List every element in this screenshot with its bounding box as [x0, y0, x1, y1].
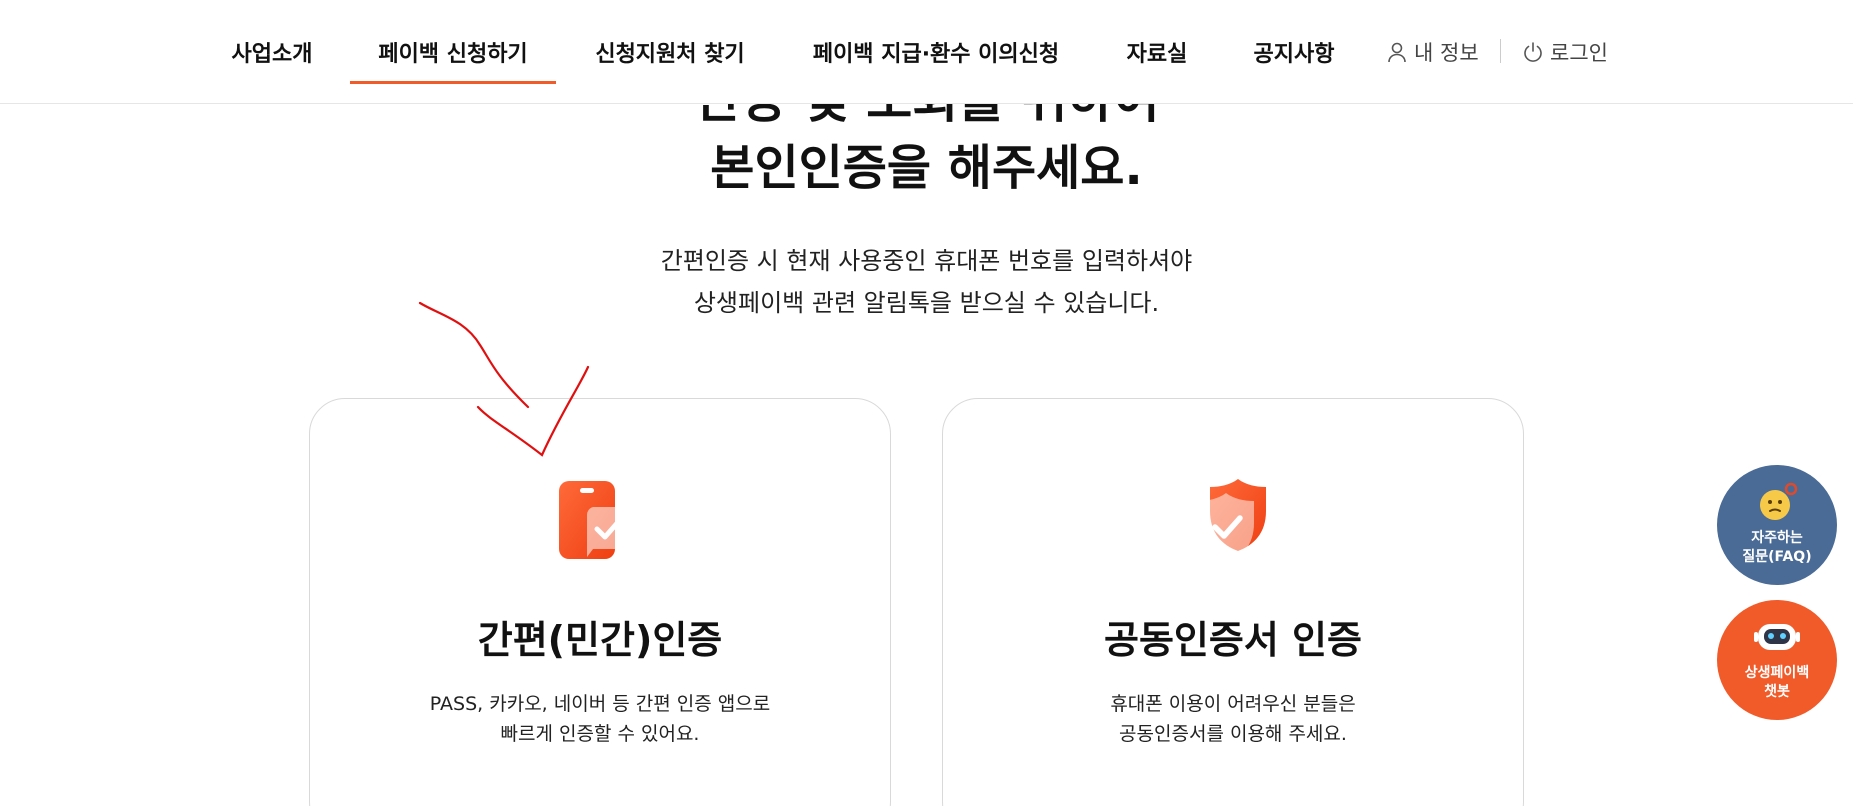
phone-check-icon [559, 481, 639, 559]
nav-item-apply[interactable]: 페이백 신청하기 [350, 0, 556, 104]
faq-floating-button[interactable]: 자주하는 질문(FAQ) [1717, 465, 1837, 585]
faq-label-line-2: 질문(FAQ) [1742, 549, 1812, 565]
certificate-auth-desc-line-2: 공동인증서를 이용해 주세요. [1119, 723, 1347, 745]
robot-icon [1754, 624, 1800, 650]
chatbot-floating-label: 상생페이백 챗봇 [1717, 664, 1837, 702]
certificate-auth-title: 공동인증서 인증 [1104, 618, 1362, 662]
login-link[interactable]: 로그인 [1522, 0, 1608, 104]
my-info-label: 내 정보 [1414, 41, 1479, 65]
hero-description: 간편인증 시 현재 사용중인 휴대폰 번호를 입력하셔야 상생페이백 관련 알림… [0, 240, 1853, 324]
certificate-auth-description: 휴대폰 이용이 어려우신 분들은 공동인증서를 이용해 주세요. [943, 689, 1523, 749]
thinking-face-icon [1760, 482, 1798, 520]
certificate-auth-desc-line-1: 휴대폰 이용이 어려우신 분들은 [1110, 693, 1356, 715]
my-info-link[interactable]: 내 정보 [1386, 0, 1479, 104]
simple-auth-card[interactable]: 간편(민간)인증 PASS, 카카오, 네이버 등 간편 인증 앱으로 빠르게 … [309, 398, 891, 806]
simple-auth-desc-line-2: 빠르게 인증할 수 있어요. [500, 723, 700, 745]
page-title: 본인인증을 해주세요. [710, 140, 1143, 196]
user-icon [1388, 42, 1406, 63]
certificate-auth-card[interactable]: 공동인증서 인증 휴대폰 이용이 어려우신 분들은 공동인증서를 이용해 주세요… [942, 398, 1524, 806]
site-header: 사업소개 페이백 신청하기 신청지원처 찾기 페이백 지급·환수 이의신청 자료… [0, 0, 1853, 104]
faq-label-line-1: 자주하는 [1751, 530, 1803, 546]
hero-desc-line-2: 상생페이백 관련 알림톡을 받으실 수 있습니다. [693, 289, 1160, 317]
simple-auth-title: 간편(민간)인증 [477, 618, 723, 662]
chatbot-label-line-1: 상생페이백 [1744, 665, 1810, 681]
nav-item-about[interactable]: 사업소개 [228, 0, 316, 104]
nav-item-objection[interactable]: 페이백 지급·환수 이의신청 [806, 0, 1066, 104]
login-label: 로그인 [1550, 41, 1608, 65]
faq-floating-label: 자주하는 질문(FAQ) [1717, 529, 1837, 567]
shield-check-icon [1198, 479, 1266, 563]
nav-item-notices[interactable]: 공지사항 [1248, 0, 1340, 104]
header-divider [1500, 39, 1501, 63]
nav-item-resources[interactable]: 자료실 [1122, 0, 1192, 104]
simple-auth-desc-line-1: PASS, 카카오, 네이버 등 간편 인증 앱으로 [429, 693, 771, 715]
power-icon [1524, 42, 1542, 62]
simple-auth-description: PASS, 카카오, 네이버 등 간편 인증 앱으로 빠르게 인증할 수 있어요… [310, 689, 890, 749]
nav-item-find-support[interactable]: 신청지원처 찾기 [590, 0, 750, 104]
hero-desc-line-1: 간편인증 시 현재 사용중인 휴대폰 번호를 입력하셔야 [660, 247, 1193, 275]
chatbot-floating-button[interactable]: 상생페이백 챗봇 [1717, 600, 1837, 720]
chatbot-label-line-2: 챗봇 [1764, 684, 1790, 700]
